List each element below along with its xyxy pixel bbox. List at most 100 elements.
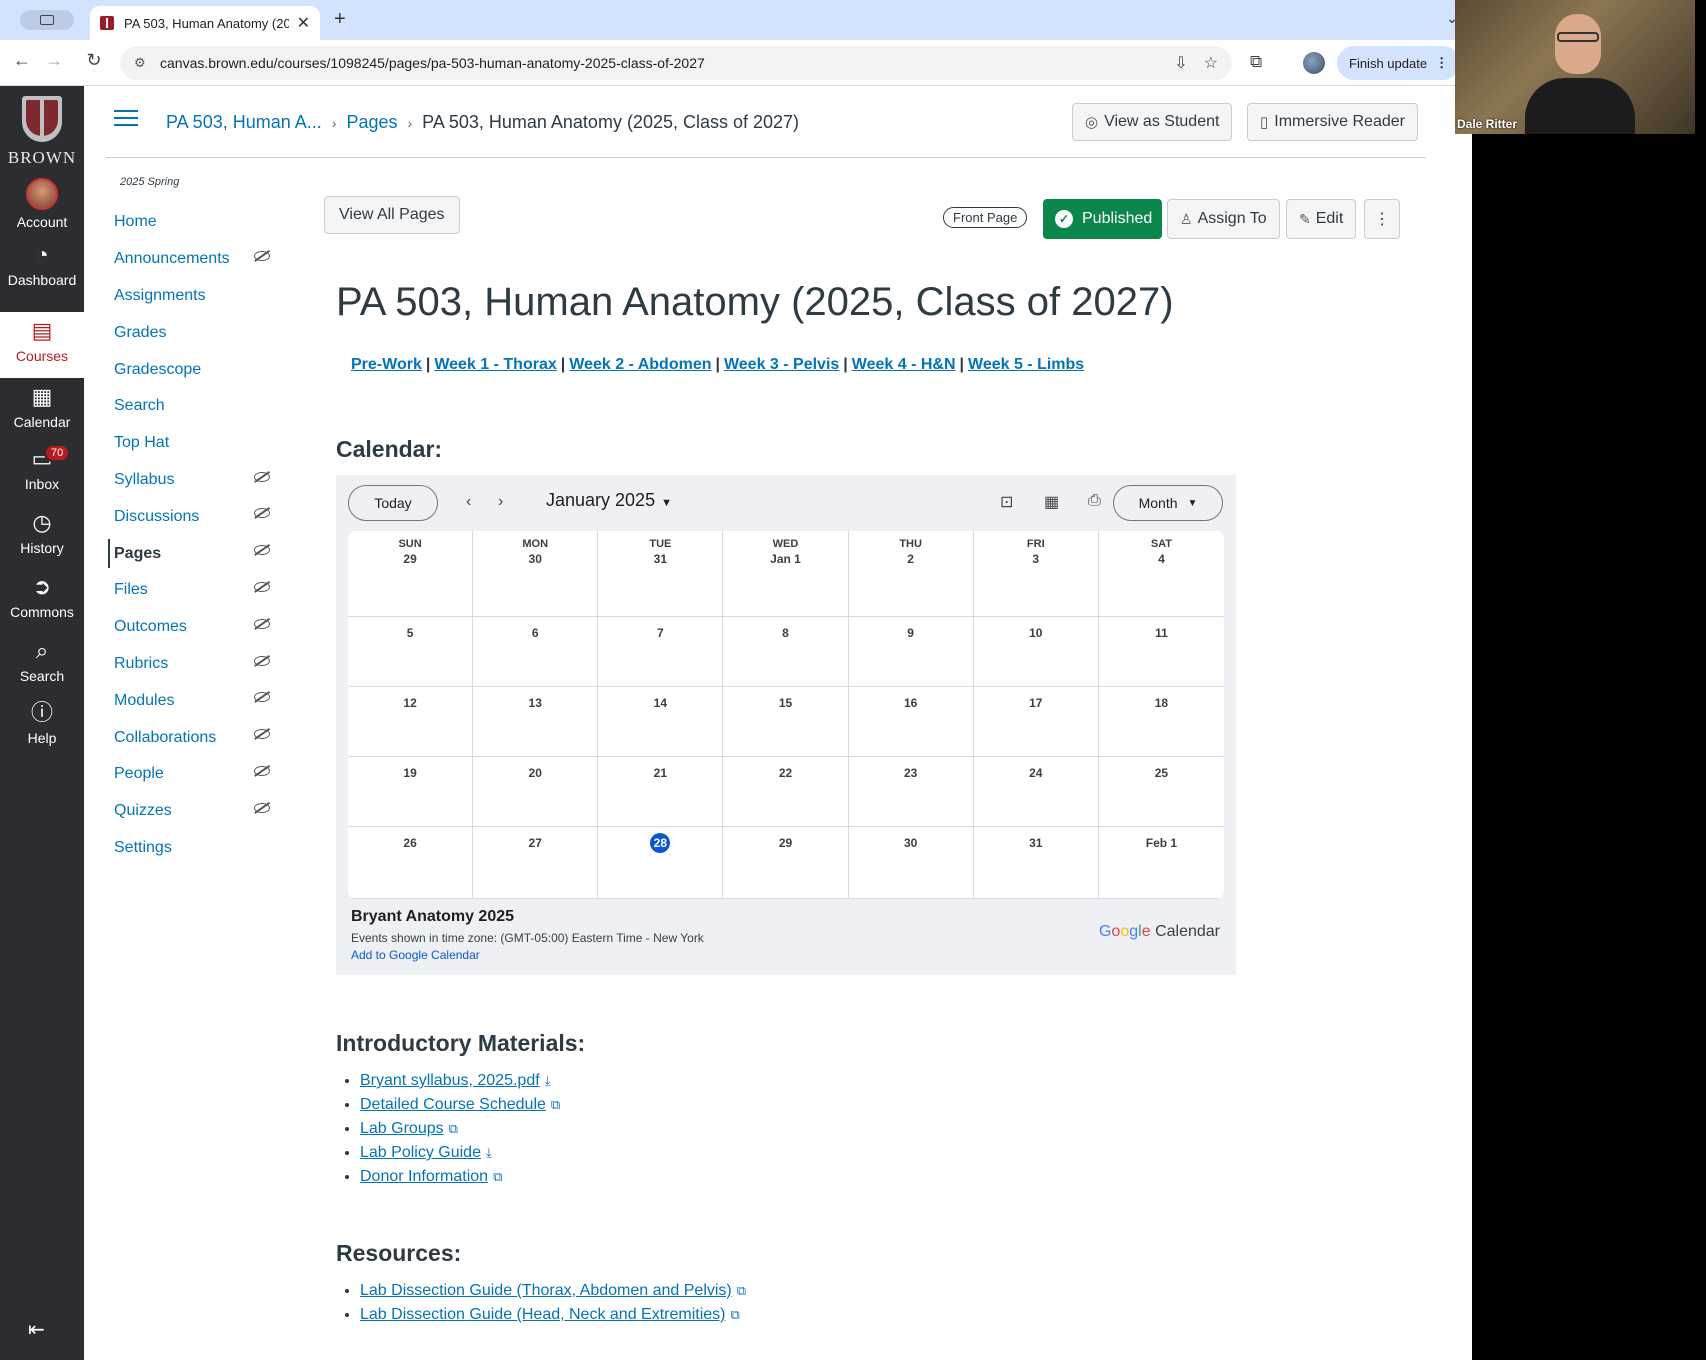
calendar-day-cell[interactable]: 10 xyxy=(973,617,1099,687)
global-nav-help[interactable]: ⓘ Help xyxy=(0,700,84,764)
material-link[interactable]: Lab Dissection Guide (Head, Neck and Ext… xyxy=(360,1306,726,1323)
course-nav-item-people[interactable]: People xyxy=(84,756,284,793)
tab-search-button[interactable] xyxy=(20,10,74,30)
course-nav-item-assignments[interactable]: Assignments xyxy=(84,278,284,315)
course-nav-item-files[interactable]: Files xyxy=(84,572,284,609)
site-info-icon[interactable]: ⚙ xyxy=(134,55,150,71)
calendar-day-cell[interactable]: TUE 31 xyxy=(598,531,724,617)
global-nav-commons[interactable]: ➲ Commons xyxy=(0,574,84,638)
week-link[interactable]: Week 2 - Abdomen xyxy=(569,356,711,373)
download-icon[interactable]: ⤓ xyxy=(545,1073,551,1088)
global-nav-courses[interactable]: ▤ Courses xyxy=(0,312,84,378)
view-all-pages-button[interactable]: View All Pages xyxy=(324,196,460,234)
calendar-day-cell[interactable]: 5 xyxy=(348,617,474,687)
more-options-button[interactable]: ⋮ xyxy=(1364,199,1400,239)
calendar-day-cell[interactable]: SUN 29 xyxy=(348,531,474,617)
material-link[interactable]: Lab Dissection Guide (Thorax, Abdomen an… xyxy=(360,1282,732,1299)
address-bar[interactable]: ⚙ canvas.brown.edu/courses/1098245/pages… xyxy=(120,46,1232,80)
course-nav-item-modules[interactable]: Modules xyxy=(84,682,284,719)
calendar-day-cell[interactable]: 25 xyxy=(1098,757,1224,827)
course-nav-item-announcements[interactable]: Announcements xyxy=(84,241,284,278)
global-nav-dashboard[interactable]: ◔ Dashboard xyxy=(0,242,84,306)
print-icon[interactable]: ⎙ xyxy=(1088,492,1101,510)
course-nav-item-rubrics[interactable]: Rubrics xyxy=(84,646,284,683)
calendar-day-cell[interactable]: 26 xyxy=(348,827,474,899)
forward-arrow-icon[interactable]: → xyxy=(42,50,66,71)
add-to-google-calendar-link[interactable]: Add to Google Calendar xyxy=(351,948,480,962)
google-calendar-logo[interactable]: Google Calendar xyxy=(1099,923,1220,941)
global-nav-history[interactable]: ◷ History xyxy=(0,510,84,574)
global-nav-account[interactable]: Account xyxy=(0,178,84,242)
download-icon[interactable]: ⤓ xyxy=(486,1145,492,1160)
week-link[interactable]: Week 3 - Pelvis xyxy=(724,356,839,373)
browser-menu-icon[interactable]: ⋮ xyxy=(1435,55,1448,71)
calendar-day-cell[interactable]: 19 xyxy=(348,757,474,827)
calendar-day-cell[interactable]: 28 xyxy=(598,827,724,899)
material-link[interactable]: Donor Information xyxy=(360,1168,488,1185)
back-arrow-icon[interactable]: ← xyxy=(10,50,34,71)
course-menu-hamburger-icon[interactable] xyxy=(114,110,138,126)
calendar-day-cell[interactable]: 23 xyxy=(848,757,974,827)
tab-close-icon[interactable]: ✕ xyxy=(297,13,310,33)
new-tab-button[interactable]: + xyxy=(334,8,346,31)
published-button[interactable]: ✓ Published xyxy=(1043,199,1162,239)
brown-logo[interactable]: BROWN xyxy=(0,88,84,178)
calendar-day-cell[interactable]: 6 xyxy=(473,617,599,687)
calendar-day-cell[interactable]: 9 xyxy=(848,617,974,687)
extensions-puzzle-icon[interactable]: ⧉ xyxy=(1250,52,1262,72)
course-nav-item-top-hat[interactable]: Top Hat xyxy=(84,425,284,462)
install-app-icon[interactable]: ⇩ xyxy=(1174,53,1187,73)
profile-avatar[interactable] xyxy=(1303,52,1325,74)
calendar-day-cell[interactable]: 18 xyxy=(1098,687,1224,757)
finish-update-button[interactable]: Finish update ⋮ xyxy=(1337,46,1460,80)
feedback-icon[interactable]: ⊡ xyxy=(1000,492,1013,512)
calendar-day-cell[interactable]: 11 xyxy=(1098,617,1224,687)
course-nav-item-quizzes[interactable]: Quizzes xyxy=(84,793,284,830)
browser-tab[interactable]: PA 503, Human Anatomy (20 ✕ xyxy=(90,6,320,40)
calendar-day-cell[interactable]: 29 xyxy=(723,827,849,899)
calendar-day-cell[interactable]: 22 xyxy=(723,757,849,827)
calendar-day-cell[interactable]: 13 xyxy=(473,687,599,757)
calendar-day-cell[interactable]: 20 xyxy=(473,757,599,827)
breadcrumb-pages-link[interactable]: Pages xyxy=(346,112,397,133)
assign-to-button[interactable]: ♙ Assign To xyxy=(1167,199,1280,239)
course-nav-item-outcomes[interactable]: Outcomes xyxy=(84,609,284,646)
calendar-day-cell[interactable]: 8 xyxy=(723,617,849,687)
course-nav-item-home[interactable]: Home xyxy=(84,204,284,241)
calendar-day-cell[interactable]: MON 30 xyxy=(473,531,599,617)
course-nav-item-syllabus[interactable]: Syllabus xyxy=(84,462,284,499)
view-as-student-button[interactable]: ◎ View as Student xyxy=(1072,103,1233,141)
external-page-icon[interactable]: ⧉ xyxy=(493,1169,502,1184)
calendar-day-cell[interactable]: FRI 3 xyxy=(973,531,1099,617)
calendar-day-cell[interactable]: 21 xyxy=(598,757,724,827)
calendar-day-cell[interactable]: 31 xyxy=(973,827,1099,899)
week-link[interactable]: Week 4 - H&N xyxy=(852,356,956,373)
calendar-day-cell[interactable]: 27 xyxy=(473,827,599,899)
week-link[interactable]: Pre-Work xyxy=(351,356,422,373)
calendar-day-cell[interactable]: 15 xyxy=(723,687,849,757)
calendar-day-cell[interactable]: Feb 1 xyxy=(1098,827,1224,899)
edit-button[interactable]: ✎ Edit xyxy=(1286,199,1357,239)
course-nav-item-collaborations[interactable]: Collaborations xyxy=(84,719,284,756)
material-link[interactable]: Lab Policy Guide xyxy=(360,1144,481,1161)
calendar-day-cell[interactable]: 24 xyxy=(973,757,1099,827)
calendar-today-button[interactable]: Today xyxy=(348,485,438,521)
calendar-month-picker[interactable]: January 2025 ▼ xyxy=(546,490,672,511)
calendar-day-cell[interactable]: WED Jan 1 xyxy=(723,531,849,617)
calendar-day-cell[interactable]: 30 xyxy=(848,827,974,899)
global-nav-inbox[interactable]: ▭ 70 Inbox xyxy=(0,444,84,510)
course-nav-item-pages[interactable]: Pages xyxy=(84,535,284,572)
external-page-icon[interactable]: ⧉ xyxy=(551,1097,560,1112)
calendar-day-cell[interactable]: SAT 4 xyxy=(1098,531,1224,617)
external-page-icon[interactable]: ⧉ xyxy=(731,1307,740,1322)
reload-icon[interactable]: ↻ xyxy=(82,50,106,71)
week-link[interactable]: Week 5 - Limbs xyxy=(968,356,1084,373)
immersive-reader-button[interactable]: ▯ Immersive Reader xyxy=(1247,103,1418,141)
course-nav-item-settings[interactable]: Settings xyxy=(84,830,284,867)
breadcrumb-course-link[interactable]: PA 503, Human A... xyxy=(166,112,322,133)
global-nav-calendar[interactable]: ▦ Calendar xyxy=(0,384,84,448)
course-nav-item-search[interactable]: Search xyxy=(84,388,284,425)
calendar-prev-icon[interactable]: ‹ xyxy=(466,493,471,511)
calendar-day-cell[interactable]: 7 xyxy=(598,617,724,687)
external-page-icon[interactable]: ⧉ xyxy=(737,1283,746,1298)
